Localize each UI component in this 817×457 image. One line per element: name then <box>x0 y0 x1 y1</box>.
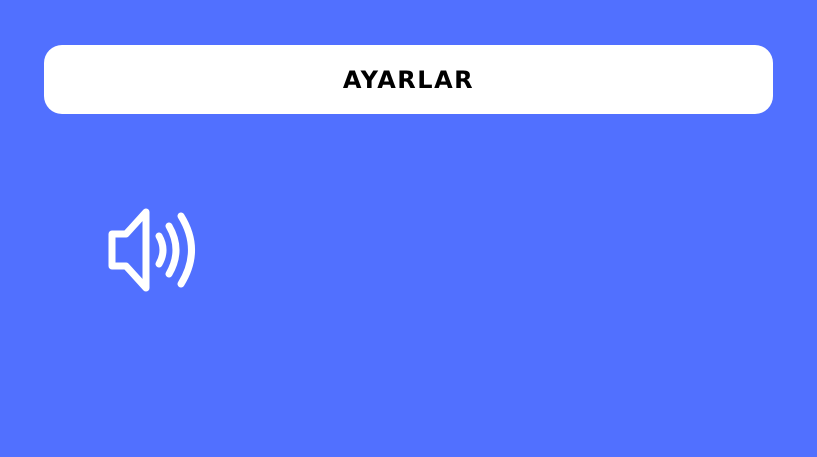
sound-toggle-button[interactable] <box>108 208 204 292</box>
settings-header: AYARLAR <box>44 45 773 114</box>
volume-icon <box>108 208 195 292</box>
page-title: AYARLAR <box>342 65 475 94</box>
